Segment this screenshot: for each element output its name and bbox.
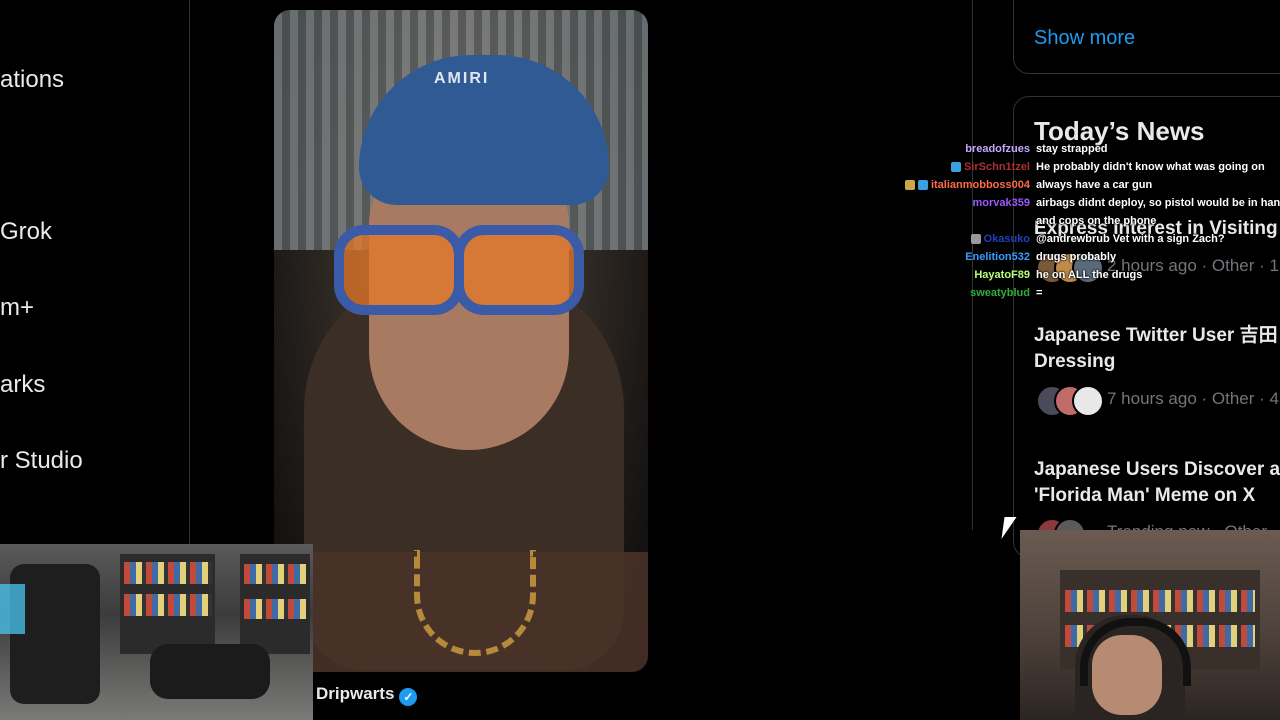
chat-username[interactable]: Okasuko	[984, 233, 1030, 245]
chat-badges	[902, 180, 928, 193]
chat-username[interactable]: Enelition532	[965, 251, 1030, 263]
collectibles	[1065, 590, 1255, 612]
chat-message: HayatoF89 he on ALL the drugs	[880, 267, 1280, 285]
news-story-2-avatars	[1036, 385, 1104, 417]
chat-message-text: He probably didn't know what was going o…	[1036, 161, 1265, 173]
chat-username[interactable]: breadofzues	[965, 143, 1030, 155]
books	[124, 594, 212, 616]
chat-message-text: drugs probably	[1036, 251, 1117, 263]
chat-message: SirSchn1tzel He probably didn't know what…	[880, 159, 1280, 177]
chat-username[interactable]: SirSchn1tzel	[964, 161, 1030, 173]
chat-badge-icon	[905, 180, 915, 190]
chat-message-text: always have a car gun	[1036, 179, 1153, 191]
post-author-name: Dripwarts	[316, 684, 395, 703]
chat-message-text: stay strapped	[1036, 143, 1108, 155]
chat-message: Enelition532 drugs probably	[880, 249, 1280, 267]
books	[124, 562, 212, 584]
verified-badge-icon: ✓	[399, 688, 418, 706]
nav-item-top-partial[interactable]	[0, 0, 1, 14]
news-story-2-headline[interactable]: Japanese Twitter User 吉田	[1034, 323, 1278, 349]
books	[244, 564, 306, 584]
left-navigation: ations Grok m+ arks r Studio	[0, 0, 190, 545]
chat-username[interactable]: morvak359	[973, 197, 1031, 209]
chat-message-text: and cops on the phone	[1036, 215, 1157, 227]
nav-item-notifications-label: ations	[0, 66, 65, 93]
chat-message: morvak359 airbags didnt deploy, so pistol…	[880, 195, 1280, 213]
news-story-2-meta: 7 hours ago · Other · 4	[1107, 389, 1279, 408]
webcam-room-feed	[0, 544, 313, 720]
video-lens-left	[334, 225, 464, 315]
show-more-link[interactable]: Show more	[1034, 27, 1135, 50]
avatar	[1072, 385, 1104, 417]
webcam-streamer-feed	[1020, 530, 1280, 720]
nav-item-grok[interactable]: Grok	[0, 218, 52, 246]
nav-item-creator-studio[interactable]: r Studio	[0, 447, 83, 475]
tracked-robot	[150, 644, 270, 699]
nav-item-notifications[interactable]: ations	[0, 66, 64, 94]
stream-chat-overlay: breadofzues stay strapped SirSchn1tzel He p…	[880, 141, 1280, 303]
nav-item-premium[interactable]: m+	[0, 294, 34, 322]
chat-message-text: airbags didnt deploy, so pistol would be…	[1036, 197, 1280, 209]
chat-username[interactable]: italianmobboss004	[931, 179, 1030, 191]
chat-badge-icon	[951, 162, 961, 172]
nav-item-premium-label: m+	[0, 294, 35, 321]
nav-item-bookmarks-label: arks	[0, 371, 46, 398]
post-author[interactable]: Dripwarts ✓	[316, 684, 418, 706]
chat-badges	[968, 234, 981, 247]
chat-message-text: =	[1036, 287, 1043, 299]
nav-item-bookmarks[interactable]: arks	[0, 371, 45, 399]
chat-message: sweatyblud =	[880, 285, 1280, 303]
nav-item-creator-studio-label: r Studio	[0, 447, 83, 474]
chat-message-text: he on ALL the drugs	[1036, 269, 1143, 281]
chat-badges	[948, 162, 961, 175]
news-story-3-headline-line2[interactable]: 'Florida Man' Meme on X	[1034, 483, 1255, 509]
video-lens-right	[454, 225, 584, 315]
post-video[interactable]: AMIRI	[274, 10, 648, 672]
video-cap-text: AMIRI	[434, 70, 490, 87]
chat-username[interactable]: sweatyblud	[970, 287, 1030, 299]
news-story-3-headline[interactable]: Japanese Users Discover a	[1034, 457, 1280, 483]
books	[244, 599, 306, 619]
monitor-glow	[0, 584, 25, 634]
chat-message: and cops on the phone	[880, 213, 1280, 231]
chat-message: breadofzues stay strapped	[880, 141, 1280, 159]
news-story-2-headline-line2[interactable]: Dressing	[1034, 349, 1115, 375]
nav-item-grok-label: Grok	[0, 218, 53, 245]
chat-username[interactable]: HayatoF89	[974, 269, 1030, 281]
chat-badge-icon	[971, 234, 981, 244]
video-glasses	[334, 225, 584, 315]
chat-message: italianmobboss004 always have a car gun	[880, 177, 1280, 195]
chat-message: Okasuko @andrewbrub Vet with a sign Zach?	[880, 231, 1280, 249]
chat-message-text: @andrewbrub Vet with a sign Zach?	[1036, 233, 1225, 245]
chat-badge-icon	[918, 180, 928, 190]
